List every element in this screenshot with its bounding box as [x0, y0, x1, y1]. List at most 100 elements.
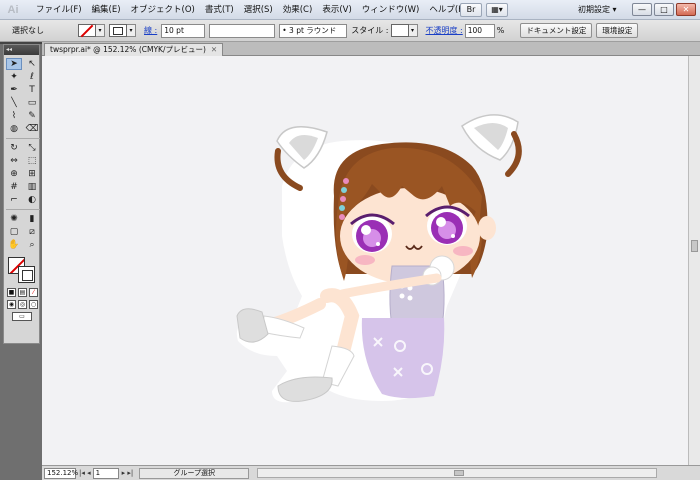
stroke-weight-field[interactable]: 10 pt — [161, 23, 206, 38]
tool-grid: ➤ ↖ ✦ ℓ ✒ T ╲ ▭ ⌇ ✎ ◍ ⌫ ↻ ⤡ ⇔ ⬚ ⊕ ⊞ # ▥ … — [4, 55, 40, 251]
draw-mode-row: ◉ ◎ ○ — [4, 300, 39, 309]
workspace-switcher[interactable]: 初期設定 ▾ — [578, 4, 617, 16]
document-setup-button[interactable]: ドキュメント設定 — [520, 23, 593, 38]
screen-mode-row: ▭ — [4, 312, 39, 321]
menu-icon-group: Br ▦▾ — [460, 3, 508, 17]
stroke-color-box[interactable] — [18, 266, 35, 283]
cheek-right — [453, 246, 473, 256]
menu-object[interactable]: オブジェクト(O) — [126, 0, 200, 20]
hand-tool-icon[interactable]: ✋ — [6, 239, 22, 251]
zoom-tool-icon[interactable]: ⌕ — [24, 239, 40, 251]
status-mode-label[interactable]: グループ選択 — [139, 467, 250, 479]
opacity-unit: % — [496, 26, 505, 35]
slice-tool-icon[interactable]: ⧄ — [24, 226, 40, 238]
type-tool-icon[interactable]: T — [24, 84, 40, 96]
mesh-tool-icon[interactable]: # — [6, 181, 22, 193]
color-mode-row: ■ ▤ ⁄ — [4, 288, 39, 297]
cheek-left — [355, 255, 375, 265]
menu-type[interactable]: 書式(T) — [200, 0, 239, 20]
bridge-button[interactable]: Br — [460, 3, 482, 17]
artboard-canvas[interactable] — [42, 56, 688, 465]
opacity-panel-link[interactable]: 不透明度 : — [426, 25, 463, 36]
menu-effect[interactable]: 効果(C) — [278, 0, 318, 20]
menu-window[interactable]: ウィンドウ(W) — [357, 0, 425, 20]
draw-normal-icon[interactable]: ◉ — [7, 300, 16, 309]
selection-status: 選択なし — [12, 26, 44, 35]
scale-tool-icon[interactable]: ⤡ — [24, 142, 40, 154]
ear-right-human — [478, 216, 496, 240]
free-transform-tool-icon[interactable]: ⬚ — [24, 155, 40, 167]
minimize-button[interactable]: — — [632, 3, 652, 16]
brush-definition-field[interactable]: • 3 pt ラウンド — [279, 23, 348, 38]
blend-tool-icon[interactable]: ◐ — [24, 194, 40, 206]
tool-separator — [6, 136, 40, 139]
close-button[interactable]: ✕ — [676, 3, 696, 16]
selection-tool-icon[interactable]: ➤ — [6, 58, 22, 70]
direct-selection-tool-icon[interactable]: ↖ — [24, 58, 40, 70]
blob-brush-tool-icon[interactable]: ◍ — [6, 123, 22, 135]
eraser-tool-icon[interactable]: ⌫ — [24, 123, 40, 135]
column-graph-tool-icon[interactable]: ▮ — [24, 213, 40, 225]
paintbrush-tool-icon[interactable]: ⌇ — [6, 110, 22, 122]
menu-bar: Ai ファイル(F) 編集(E) オブジェクト(O) 書式(T) 選択(S) 効… — [0, 0, 700, 20]
document-tab-close-icon[interactable]: ✕ — [211, 45, 217, 54]
stroke-dropdown-icon[interactable]: ▾ — [127, 24, 136, 37]
magic-wand-tool-icon[interactable]: ✦ — [6, 71, 22, 83]
fill-dropdown-icon[interactable]: ▾ — [96, 24, 105, 37]
draw-behind-icon[interactable]: ◎ — [18, 300, 27, 309]
rectangle-tool-icon[interactable]: ▭ — [24, 97, 40, 109]
zoom-field[interactable]: 152.12% — [44, 467, 78, 479]
graphic-style-dropdown-icon[interactable]: ▾ — [408, 24, 418, 37]
artboard-nav-last-icon[interactable]: ▸ ▸| — [122, 469, 134, 477]
maximize-button[interactable]: □ — [654, 3, 674, 16]
tools-panel-header[interactable]: ◂◂ — [4, 45, 39, 55]
symbol-sprayer-tool-icon[interactable]: ✺ — [6, 213, 22, 225]
perspective-grid-tool-icon[interactable]: ⊞ — [24, 168, 40, 180]
status-bar: 152.12% |◂ ◂ 1 ▸ ▸| グループ選択 — [42, 465, 700, 480]
gradient-tool-icon[interactable]: ▥ — [24, 181, 40, 193]
vertical-scroll-thumb[interactable] — [691, 240, 698, 252]
tool-separator — [6, 207, 40, 210]
graphic-style-swatch[interactable] — [390, 24, 409, 37]
screen-mode-icon[interactable]: ▭ — [12, 312, 32, 321]
width-tool-icon[interactable]: ⇔ — [6, 155, 22, 167]
stroke-swatch[interactable] — [109, 24, 127, 37]
preferences-button[interactable]: 環境設定 — [596, 23, 639, 38]
menu-view[interactable]: 表示(V) — [317, 0, 356, 20]
eyedropper-tool-icon[interactable]: ⌐ — [6, 194, 22, 206]
menu-select[interactable]: 選択(S) — [239, 0, 278, 20]
gradient-icon[interactable]: ▤ — [18, 288, 27, 297]
horizontal-scroll-thumb[interactable] — [454, 470, 465, 476]
pen-tool-icon[interactable]: ✒ — [6, 84, 22, 96]
menu-file[interactable]: ファイル(F) — [31, 0, 87, 20]
shape-builder-tool-icon[interactable]: ⊕ — [6, 168, 22, 180]
document-tab[interactable]: twsprpr.ai* @ 152.12% (CMYK/プレビュー) ✕ — [44, 43, 224, 56]
app-logo: Ai — [7, 4, 19, 16]
window-controls: — □ ✕ — [632, 3, 696, 16]
stroke-panel-link[interactable]: 線 : — [144, 25, 157, 36]
tools-panel: ◂◂ ➤ ↖ ✦ ℓ ✒ T ╲ ▭ ⌇ ✎ ◍ ⌫ ↻ ⤡ ⇔ ⬚ ⊕ ⊞ #… — [3, 44, 40, 344]
vertical-scrollbar[interactable] — [688, 56, 700, 465]
draw-inside-icon[interactable]: ○ — [29, 300, 38, 309]
lasso-tool-icon[interactable]: ℓ — [24, 71, 40, 83]
pencil-tool-icon[interactable]: ✎ — [24, 110, 40, 122]
fill-swatch[interactable] — [78, 24, 96, 37]
document-tab-title: twsprpr.ai* @ 152.12% (CMYK/プレビュー) — [50, 45, 206, 54]
artboard-nav-first-icon[interactable]: |◂ ◂ — [79, 469, 91, 477]
fill-stroke-widget — [6, 255, 38, 285]
shoe-left — [236, 308, 269, 343]
arrange-documents-button[interactable]: ▦▾ — [486, 3, 508, 17]
chibi-girl-illustration[interactable] — [42, 56, 688, 465]
menu-edit[interactable]: 編集(E) — [87, 0, 126, 20]
artboard-number-field[interactable]: 1 — [92, 467, 119, 479]
horizontal-scrollbar[interactable] — [257, 468, 658, 478]
menu-list: ファイル(F) 編集(E) オブジェクト(O) 書式(T) 選択(S) 効果(C… — [31, 0, 473, 20]
opacity-field[interactable]: 100 — [464, 23, 495, 38]
color-icon[interactable]: ■ — [7, 288, 16, 297]
artboard-tool-icon[interactable]: ▢ — [6, 226, 22, 238]
rotate-tool-icon[interactable]: ↻ — [6, 142, 22, 154]
none-icon[interactable]: ⁄ — [29, 288, 38, 297]
variable-width-field[interactable] — [209, 23, 276, 38]
line-tool-icon[interactable]: ╲ — [6, 97, 22, 109]
control-bar: 選択なし ▾ ▾ 線 : 10 pt • 3 pt ラウンド スタイル : ▾ … — [0, 20, 700, 42]
